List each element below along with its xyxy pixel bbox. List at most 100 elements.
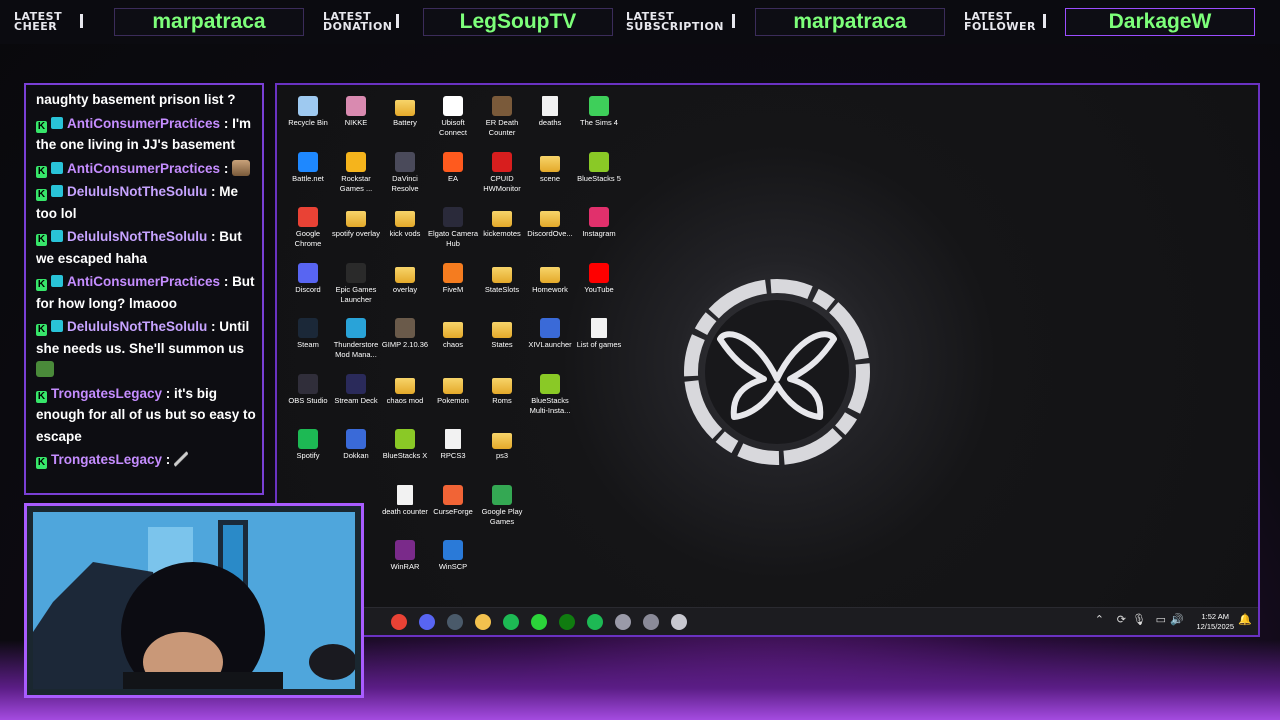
app-icon [395, 151, 415, 172]
desktop-icon[interactable]: XIVLauncher [524, 318, 576, 350]
desktop-icon[interactable]: GIMP 2.10.36 [379, 318, 431, 350]
chat-username[interactable]: TrongatesLegacy [51, 386, 162, 401]
notification-bell-icon[interactable]: 🔔 [1238, 613, 1252, 626]
sync-icon[interactable]: ⟳ [1117, 613, 1126, 626]
desktop-icon[interactable]: YouTube [573, 262, 625, 295]
desktop-icon[interactable]: Recycle Bin [282, 96, 334, 128]
desktop-icon[interactable]: Pokemon [427, 374, 479, 406]
desktop-icon[interactable]: DaVinci Resolve [379, 151, 431, 194]
desktop-icon[interactable]: Elgato Camera Hub [427, 207, 479, 249]
kick-badge-icon: K [36, 279, 47, 291]
desktop-icon[interactable]: Discord [282, 262, 334, 295]
app-gray-taskbar-icon[interactable] [615, 614, 631, 630]
desktop-icon[interactable]: death counter [379, 484, 431, 517]
desktop-icon[interactable]: overlay [379, 263, 431, 295]
microphone-icon[interactable]: 🎙 [1132, 613, 1146, 626]
app-icon [298, 262, 318, 283]
folder-icon [443, 322, 463, 338]
butterfly-logo-icon [672, 267, 882, 477]
network-icon[interactable]: ▭ [1156, 613, 1166, 626]
desktop-icon[interactable]: chaos [427, 318, 479, 350]
chat-username[interactable]: DelululsNotTheSolulu [67, 319, 207, 334]
app-icon [298, 373, 318, 394]
desktop-icon-label: BlueStacks 5 [577, 173, 621, 183]
desktop-icon-label: NIKKE [344, 118, 368, 127]
desktop-icon[interactable]: Thunderstore Mod Mana... [330, 318, 382, 360]
desktop-icon[interactable]: Rockstar Games ... [330, 151, 382, 194]
desktop-icon[interactable]: Google Play Games [476, 484, 528, 527]
desktop-icon[interactable]: The Sims 4 [573, 96, 625, 128]
desktop-icon[interactable]: Spotify [282, 429, 334, 461]
desktop-icon-label: Battery [393, 118, 417, 127]
desktop-icon[interactable]: scene [524, 152, 576, 184]
chat-username[interactable]: TrongatesLegacy [51, 452, 162, 467]
app-gray-2-taskbar-icon[interactable] [643, 614, 659, 630]
desktop-icon[interactable]: Steam [282, 318, 334, 350]
desktop-icon-label: WinRAR [390, 562, 420, 571]
volume-icon[interactable]: 🔊 [1170, 613, 1184, 626]
desktop-icon[interactable]: States [476, 318, 528, 350]
discord-taskbar-icon[interactable] [419, 614, 435, 630]
steam-taskbar-icon[interactable] [447, 614, 463, 630]
desktop-icon[interactable]: WinSCP [427, 540, 479, 572]
desktop-icon[interactable]: CurseForge [427, 484, 479, 517]
file-explorer-taskbar-icon[interactable] [475, 614, 491, 630]
desktop-icon[interactable]: BlueStacks X [379, 429, 431, 461]
desktop-icon[interactable]: chaos mod [379, 374, 431, 406]
desktop-icon[interactable]: OBS Studio [282, 373, 334, 406]
desktop-icon-label: kickemotes [483, 229, 521, 238]
desktop-icon[interactable]: Instagram [573, 207, 625, 239]
desktop-icon[interactable]: List of games [573, 318, 625, 350]
desktop-icon[interactable]: DiscordOve... [524, 207, 576, 239]
desktop-icon[interactable]: kickemotes [476, 207, 528, 239]
chat-message: K AntiConsumerPractices : I'm the one liv… [36, 115, 252, 152]
desktop-icon[interactable]: Dokkan [330, 429, 382, 461]
system-clock[interactable]: 1:52 AM 12/15/2025 [1196, 612, 1234, 632]
desktop-icon[interactable]: spotify overlay [330, 207, 382, 239]
desktop-icon[interactable]: Stream Deck [330, 373, 382, 406]
desktop-icon[interactable]: kick vods [379, 207, 431, 239]
desktop-icon-label: YouTube [584, 284, 614, 294]
desktop-icon[interactable]: FiveM [427, 262, 479, 295]
chat-message: K TrongatesLegacy : it's big enough for a… [36, 385, 256, 444]
chat-message: K DelululsNotTheSolulu : But we escaped h… [36, 229, 242, 266]
desktop-icon[interactable]: StateSlots [476, 263, 528, 295]
chat-username[interactable]: DelululsNotTheSolulu [67, 229, 207, 244]
desktop-icon[interactable]: Roms [476, 374, 528, 406]
desktop-icon[interactable]: RPCS3 [427, 429, 479, 461]
xbox-taskbar-icon[interactable] [559, 614, 575, 630]
app-icon [443, 484, 463, 505]
app-green-2-taskbar-icon[interactable] [531, 614, 547, 630]
chrome-taskbar-icon[interactable] [391, 614, 407, 630]
desktop-icon[interactable]: NIKKE [330, 96, 382, 128]
desktop-icon[interactable]: WinRAR [379, 540, 431, 572]
folder-icon [492, 322, 512, 338]
taskbar: ⌃ ⟳ 🎙 ▭ 🔊 1:52 AM 12/15/2025 🔔 [279, 607, 1258, 635]
app-icon [492, 96, 512, 116]
desktop-icon[interactable]: BlueStacks Multi-Insta... [524, 373, 576, 416]
chat-username[interactable]: AntiConsumerPractices [67, 161, 220, 176]
desktop-icon[interactable]: Battle.net [282, 151, 334, 184]
tray-chevron-icon[interactable]: ⌃ [1095, 613, 1104, 626]
desktop-icon[interactable]: CPUID HWMonitor [476, 151, 528, 194]
desktop-icon[interactable]: BlueStacks 5 [573, 151, 625, 184]
chat-username[interactable]: DelululsNotTheSolulu [67, 184, 207, 199]
desktop-icon[interactable]: ps3 [476, 429, 528, 461]
desktop-icon[interactable]: deaths [524, 96, 576, 128]
desktop-icon[interactable]: EA [427, 151, 479, 184]
chat-username[interactable]: AntiConsumerPractices [67, 116, 220, 131]
desktop-icon[interactable]: Google Chrome [282, 207, 334, 249]
desktop-icon[interactable]: Homework [524, 263, 576, 295]
folder-icon [540, 266, 560, 283]
chat-username[interactable]: AntiConsumerPractices [67, 274, 220, 289]
desktop-icon[interactable]: Epic Games Launcher [330, 262, 382, 305]
desktop-icon[interactable]: ER Death Counter [476, 96, 528, 138]
desktop-icon[interactable]: Battery [379, 96, 431, 128]
desktop-icon[interactable]: Ubisoft Connect [427, 96, 479, 138]
app-green-taskbar-icon[interactable] [503, 614, 519, 630]
webcam-feed [33, 512, 355, 689]
desktop-icon-label: EA [447, 173, 458, 183]
folder-icon [492, 211, 512, 227]
obs-taskbar-icon[interactable] [671, 614, 687, 630]
spotify-taskbar-icon[interactable] [587, 614, 603, 630]
